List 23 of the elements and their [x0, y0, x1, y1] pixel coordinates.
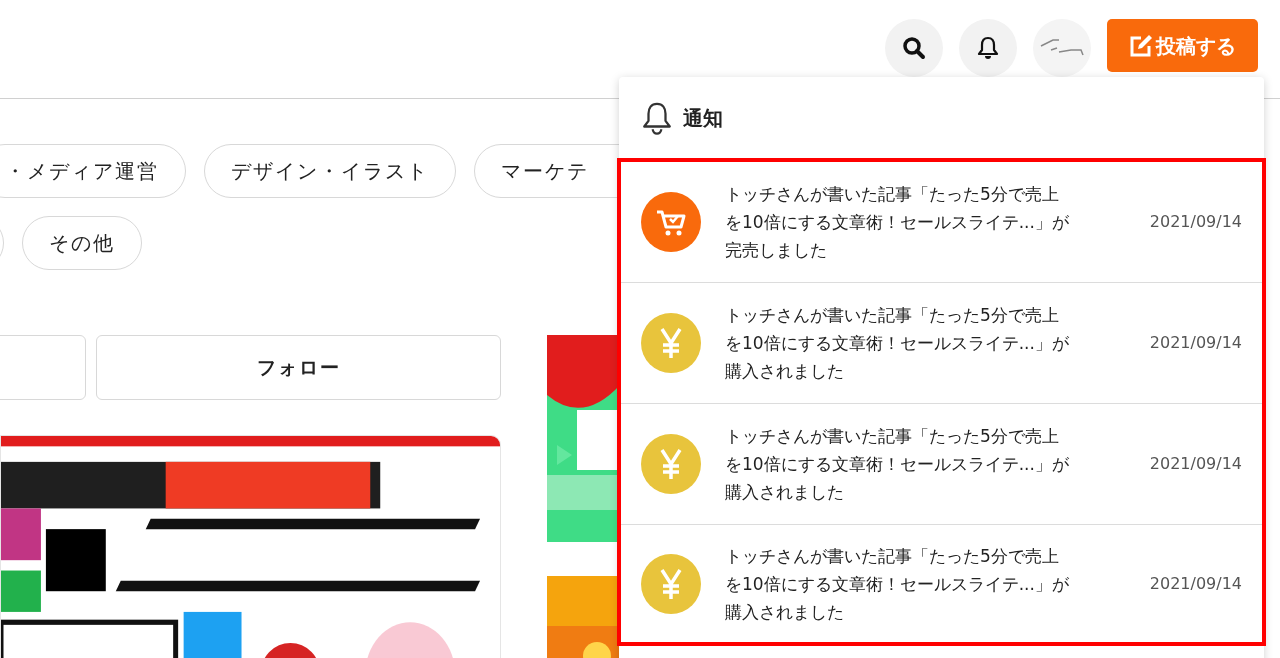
notification-date: 2021/09/14: [1149, 572, 1242, 595]
panel-title: 通知: [683, 104, 723, 132]
bell-icon: [977, 36, 999, 60]
notification-date: 2021/09/14: [1149, 332, 1242, 354]
notification-item[interactable]: トッチさんが書いた記事「たった5分で売上 を10倍にする文章術！セールスライテ...」が 購入されました 2021/09/14: [621, 283, 1262, 404]
notification-message: トッチさんが書いた記事「たった5分で売上 を10倍にする文章術！セールスライテ...」が 完売しました: [725, 183, 1070, 262]
bell-icon: [641, 100, 673, 135]
notification-message: トッチさんが書いた記事「たった5分で売上 を10倍にする文章術！セールスライテ...」が 購入されました: [725, 544, 1070, 624]
yen-coin-icon: [641, 553, 701, 614]
notification-item[interactable]: トッチさんが書いた記事「たった5分で売上 を10倍にする文章術！セールスライテ...」が 購入されました 2021/09/14: [621, 404, 1262, 525]
notification-item[interactable]: トッチさんが書いた記事「たった5分で売上 を10倍にする文章術！セールスライテ...」が 完売しました 2021/09/14: [621, 162, 1262, 283]
search-icon: [902, 36, 926, 60]
notification-date: 2021/09/14: [1149, 453, 1242, 475]
notification-date: 2021/09/14: [1149, 211, 1242, 233]
edit-icon: [1129, 33, 1153, 58]
yen-coin-icon: [641, 313, 701, 373]
notification-message: トッチさんが書いた記事「たった5分で売上 を10倍にする文章術！セールスライテ...」が 購入されました: [725, 425, 1070, 504]
follow-button[interactable]: フォロー: [96, 335, 501, 400]
notification-message: トッチさんが書いた記事「たった5分で売上 を10倍にする文章術！セールスライテ...」が 購入されました: [725, 304, 1070, 383]
notification-item[interactable]: トッチさんが書いた記事「たった5分で売上 を10倍にする文章術！セールスライテ...」が 購入されました 2021/09/14: [621, 525, 1262, 642]
glasses-icon: [1039, 38, 1085, 58]
yen-coin-icon: [641, 434, 701, 494]
cart-icon: [641, 192, 701, 252]
